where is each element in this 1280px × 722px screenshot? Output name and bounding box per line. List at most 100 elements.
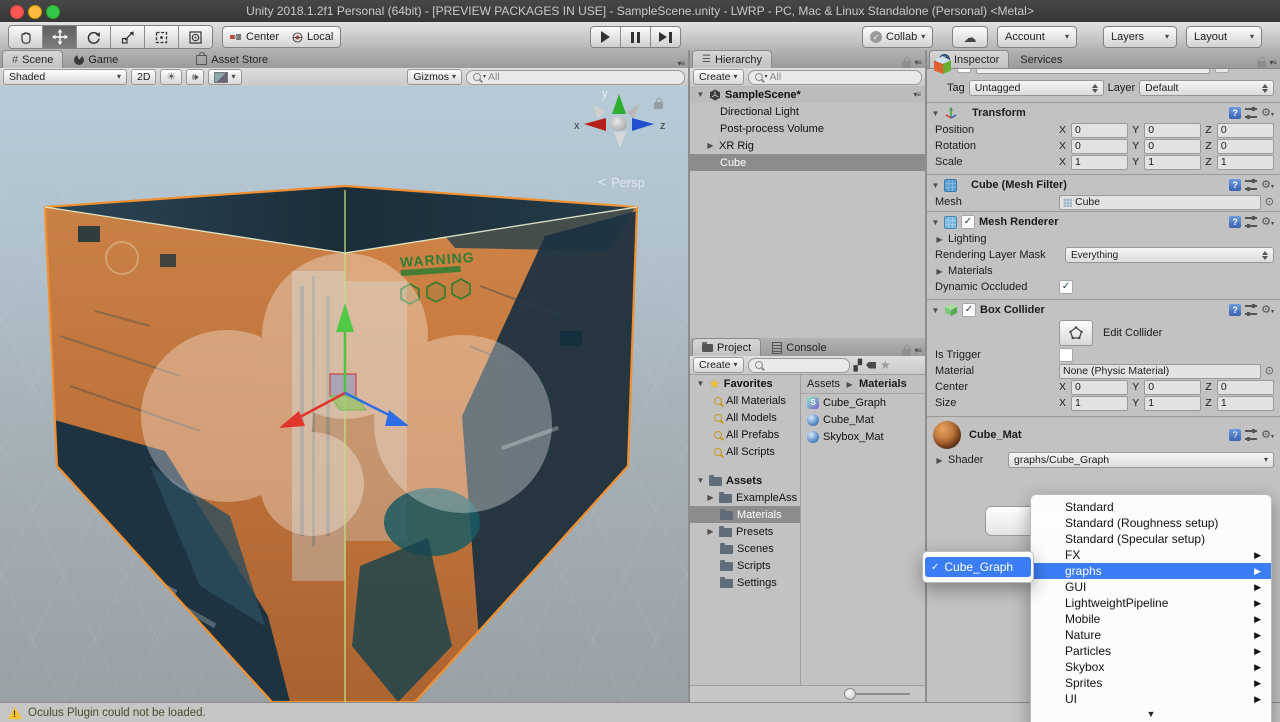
move-tool-button[interactable]	[43, 26, 77, 48]
panel-menu-icon[interactable]: ▾≡	[914, 58, 921, 67]
cube-gameobject[interactable]: WARNING	[0, 86, 688, 702]
hierarchy-item-post-process-volume[interactable]: Post-process Volume	[690, 120, 925, 137]
transform-tool-button[interactable]	[179, 26, 212, 48]
tab-asset-store[interactable]: Asset Store	[187, 51, 277, 68]
menu-item-standard-specular[interactable]: Standard (Specular setup)	[1031, 531, 1271, 547]
y-axis-cone[interactable]	[612, 94, 626, 114]
gear-icon[interactable]: ⚙▾	[1261, 430, 1274, 441]
scene-search-input[interactable]: ▾ All	[466, 70, 685, 85]
favorite-all-models[interactable]: All Models	[690, 409, 800, 426]
panel-menu-icon[interactable]: ▾≡	[1269, 58, 1276, 67]
submenu-item-cube-graph[interactable]: ✓ Cube_Graph	[925, 557, 1031, 577]
search-by-type-icon[interactable]: ▞	[854, 359, 862, 372]
effects-dropdown[interactable]: ▾	[208, 69, 241, 85]
layer-dropdown[interactable]: Default	[1139, 80, 1274, 96]
position-x-field[interactable]: 0	[1071, 123, 1128, 138]
foldout-icon[interactable]: ▼	[931, 218, 940, 227]
rotation-y-field[interactable]: 0	[1144, 139, 1201, 154]
materials-foldout[interactable]: ▶Materials	[927, 263, 1280, 279]
lock-icon[interactable]	[1257, 61, 1266, 68]
rotation-z-field[interactable]: 0	[1217, 139, 1274, 154]
gizmos-dropdown[interactable]: Gizmos▾	[407, 69, 462, 85]
rendering-layer-mask-dropdown[interactable]: Everything	[1065, 247, 1274, 263]
tab-game[interactable]: Game	[65, 51, 127, 68]
favorites-filter-icon[interactable]: ★	[880, 359, 891, 371]
close-window-button[interactable]	[10, 5, 24, 19]
position-y-field[interactable]: 0	[1144, 123, 1201, 138]
zoom-window-button[interactable]	[46, 5, 60, 19]
foldout-icon[interactable]: ▼	[931, 306, 940, 315]
transform-component-header[interactable]: ▼ Transform ? ⚙▾	[927, 104, 1280, 122]
scene-menu-icon[interactable]: ▾≡	[913, 90, 920, 99]
position-z-field[interactable]: 0	[1217, 123, 1274, 138]
folder-presets[interactable]: ▶Presets	[690, 523, 800, 540]
pivot-mode-button[interactable]: Center	[222, 26, 287, 48]
play-button[interactable]	[591, 27, 621, 47]
folder-scripts[interactable]: Scripts	[690, 557, 800, 574]
cloud-button[interactable]: ☁	[952, 26, 988, 48]
menu-item-fx[interactable]: FX▶	[1031, 547, 1271, 563]
asset-cube-graph[interactable]: SCube_Graph	[801, 394, 925, 411]
slider-knob[interactable]	[844, 688, 856, 700]
pause-button[interactable]	[621, 27, 651, 47]
material-preview-sphere[interactable]	[933, 421, 961, 449]
menu-item-graphs[interactable]: graphs▶	[1031, 563, 1271, 579]
tab-scene[interactable]: # Scene	[2, 50, 63, 68]
size-x-field[interactable]: 1	[1071, 396, 1128, 411]
collab-button[interactable]: ✓ Collab▾	[862, 26, 933, 48]
foldout-icon[interactable]: ▼	[696, 379, 705, 388]
hand-tool-button[interactable]	[9, 26, 43, 48]
hierarchy-item-xr-rig[interactable]: ▶XR Rig	[690, 137, 925, 154]
menu-item-nature[interactable]: Nature▶	[1031, 627, 1271, 643]
foldout-icon[interactable]: ▼	[696, 90, 705, 99]
scale-y-field[interactable]: 1	[1144, 155, 1201, 170]
asset-skybox-mat[interactable]: Skybox_Mat	[801, 428, 925, 445]
help-icon[interactable]: ?	[1229, 216, 1241, 228]
menu-item-particles[interactable]: Particles▶	[1031, 643, 1271, 659]
project-search-input[interactable]	[748, 358, 850, 373]
mesh-filter-header[interactable]: ▼ Cube (Mesh Filter) ? ⚙▾	[927, 176, 1280, 194]
audio-toggle[interactable]: 🕪	[186, 69, 205, 85]
x-axis-cone[interactable]	[584, 118, 606, 131]
lighting-toggle[interactable]: ☀	[160, 69, 181, 85]
breadcrumb-current[interactable]: Materials	[859, 378, 907, 390]
hierarchy-item-cube[interactable]: Cube	[690, 154, 925, 171]
foldout-icon[interactable]: ▼	[931, 181, 940, 190]
dynamic-occluded-checkbox[interactable]: ✓	[1059, 280, 1073, 294]
tab-services[interactable]: Services	[1011, 51, 1071, 68]
menu-scroll-down-arrow[interactable]: ▼	[1031, 707, 1271, 721]
scene-root-row[interactable]: ▼ SampleScene* ▾≡	[690, 86, 925, 103]
rotate-tool-button[interactable]	[77, 26, 111, 48]
gear-icon[interactable]: ⚙▾	[1261, 305, 1274, 316]
gear-icon[interactable]: ⚙▾	[1261, 108, 1274, 119]
gizmo-center[interactable]	[610, 116, 627, 131]
scale-x-field[interactable]: 1	[1071, 155, 1128, 170]
rotation-x-field[interactable]: 0	[1071, 139, 1128, 154]
object-picker-icon[interactable]: ⊙	[1265, 366, 1274, 377]
folder-exampleassets[interactable]: ▶ExampleAss	[690, 489, 800, 506]
size-z-field[interactable]: 1	[1217, 396, 1274, 411]
layout-dropdown[interactable]: Layout▾	[1186, 26, 1262, 48]
object-picker-icon[interactable]: ⊙	[1265, 197, 1274, 208]
scale-tool-button[interactable]	[111, 26, 145, 48]
menu-item-standard-roughness[interactable]: Standard (Roughness setup)	[1031, 515, 1271, 531]
icon-size-slider[interactable]	[848, 693, 910, 695]
breadcrumb-root[interactable]: Assets	[807, 378, 840, 390]
favorite-all-prefabs[interactable]: All Prefabs	[690, 426, 800, 443]
minimize-window-button[interactable]	[28, 5, 42, 19]
foldout-icon[interactable]: ▶	[706, 141, 715, 150]
box-collider-checkbox[interactable]: ✓	[962, 303, 976, 317]
scale-z-field[interactable]: 1	[1217, 155, 1274, 170]
tab-project[interactable]: Project	[692, 338, 761, 356]
mesh-renderer-header[interactable]: ▼ ✓ Mesh Renderer ? ⚙▾	[927, 213, 1280, 231]
foldout-icon[interactable]: ▼	[931, 109, 940, 118]
assets-root-row[interactable]: ▼ Assets	[690, 472, 800, 489]
step-button[interactable]	[651, 27, 680, 47]
gear-icon[interactable]: ⚙▾	[1261, 217, 1274, 228]
lighting-foldout[interactable]: ▶Lighting	[927, 231, 1280, 247]
2d-toggle[interactable]: 2D	[131, 69, 156, 85]
size-y-field[interactable]: 1	[1144, 396, 1201, 411]
account-dropdown[interactable]: Account▾	[997, 26, 1077, 48]
help-icon[interactable]: ?	[1229, 304, 1241, 316]
tab-console[interactable]: Console	[763, 339, 835, 356]
